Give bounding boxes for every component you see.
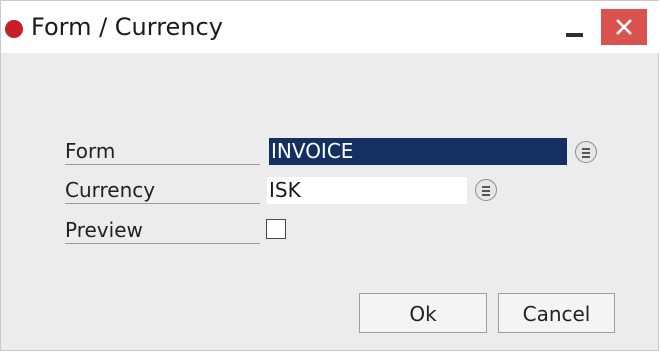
currency-label: Currency [65,178,260,204]
minimize-icon [566,33,583,37]
red-dot-icon [5,20,23,38]
form-field[interactable]: INVOICE [269,138,567,165]
currency-field[interactable]: ISK [267,177,467,204]
close-icon [616,19,632,35]
title-bar[interactable]: Form / Currency [1,1,660,53]
minimize-button[interactable] [554,9,590,45]
cancel-button[interactable]: Cancel [498,293,615,333]
dialog-window: Form / Currency Form INVOICE Currency IS… [0,0,660,351]
ok-button[interactable]: Ok [359,293,487,333]
preview-label: Preview [65,218,260,244]
form-label: Form [65,139,260,165]
close-button[interactable] [601,9,647,45]
form-lookup-button[interactable] [575,141,597,163]
preview-checkbox[interactable] [266,219,286,239]
currency-lookup-button[interactable] [475,179,497,201]
window-title: Form / Currency [31,13,223,41]
